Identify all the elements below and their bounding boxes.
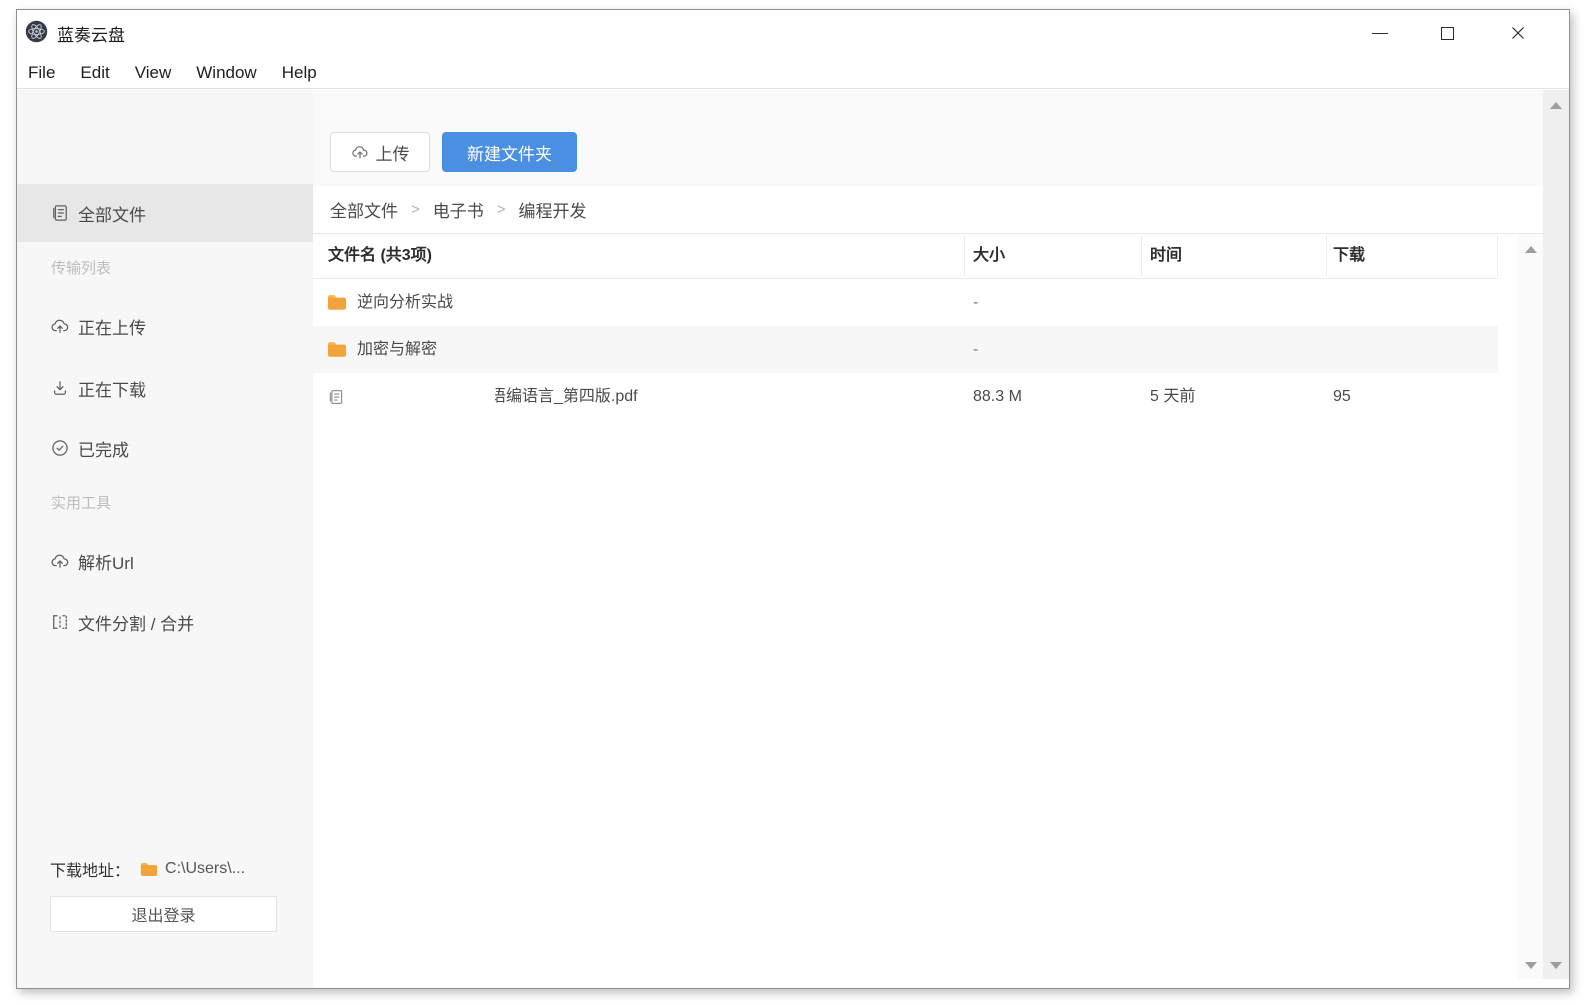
logout-button[interactable]: 退出登录 — [50, 896, 277, 932]
column-header-size: 大小 — [965, 236, 1142, 276]
sidebar-item-parse-url[interactable]: 解析Url — [17, 541, 313, 581]
menu-bar: File Edit View Window Help — [17, 58, 1569, 89]
table-row-folder-2[interactable]: 加密与解密 - — [313, 326, 1498, 373]
window-title: 蓝奏云盘 — [57, 21, 125, 46]
file-name[interactable]: 逆向分析实战 — [357, 279, 453, 326]
file-name[interactable]: 加密与解密 — [357, 326, 437, 373]
sidebar-item-label: 文件分割 / 合并 — [78, 610, 194, 635]
file-time: 5 天前 — [1142, 373, 1327, 420]
check-circle-icon — [50, 438, 70, 458]
file-size: - — [965, 279, 1142, 326]
download-icon — [50, 378, 70, 398]
column-header-downloads: 下载 — [1327, 236, 1498, 276]
file-downloads — [1327, 279, 1498, 326]
breadcrumb-ebooks[interactable]: 电子书 — [433, 197, 484, 222]
file-document-icon — [327, 387, 345, 407]
app-window: 蓝奏云盘 File Edit View Window Help 全部文件 传输列… — [16, 9, 1570, 989]
sidebar-item-label: 解析Url — [78, 549, 134, 574]
censored-text-fragment: 语 — [495, 373, 506, 420]
upload-button-label: 上传 — [376, 140, 410, 165]
cloud-upload-icon — [351, 143, 369, 161]
table-row-folder-1[interactable]: 逆向分析实战 - — [313, 279, 1498, 326]
sidebar-item-split-merge[interactable]: 文件分割 / 合并 — [17, 602, 313, 642]
file-size: 88.3 M — [965, 373, 1142, 420]
column-header-name: 文件名 (共3项) — [313, 236, 965, 276]
file-table: 文件名 (共3项) 大小 时间 下载 逆向分析实战 - — [313, 234, 1498, 420]
file-time — [1142, 326, 1327, 373]
main-panel: 上传 新建文件夹 全部文件 > 电子书 > 编程开发 文件名 (共3项) 大小 … — [313, 90, 1569, 988]
scroll-up-icon[interactable] — [1550, 102, 1562, 109]
censored-region — [355, 387, 495, 407]
sidebar-item-label: 已完成 — [78, 436, 129, 461]
file-size: - — [965, 326, 1142, 373]
download-path-row[interactable]: 下载地址： C:\Users\... — [50, 857, 300, 881]
toolbar: 上传 新建文件夹 — [313, 90, 1543, 186]
maximize-icon — [1441, 27, 1454, 40]
table-scrollbar[interactable] — [1518, 234, 1543, 979]
menu-view[interactable]: View — [132, 61, 175, 85]
maximize-button[interactable] — [1430, 18, 1464, 48]
menu-file[interactable]: File — [25, 61, 58, 85]
breadcrumb-current: 编程开发 — [519, 197, 587, 222]
breadcrumb-separator: > — [497, 201, 506, 218]
table-row-file-pdf[interactable]: 语 编语言_第四版.pdf 88.3 M 5 天前 95 — [313, 373, 1498, 420]
sidebar: 全部文件 传输列表 正在上传 正在下载 已完成 — [17, 90, 313, 988]
folder-icon — [327, 341, 347, 358]
scroll-down-icon[interactable] — [1550, 962, 1562, 969]
new-folder-button[interactable]: 新建文件夹 — [442, 132, 577, 172]
file-downloads — [1327, 326, 1498, 373]
scroll-up-icon[interactable] — [1525, 246, 1537, 253]
folder-icon — [140, 862, 158, 877]
cloud-upload-icon — [50, 551, 70, 571]
file-downloads: 95 — [1327, 373, 1498, 420]
breadcrumb-all-files[interactable]: 全部文件 — [330, 197, 398, 222]
sidebar-item-label: 正在下载 — [78, 376, 146, 401]
sidebar-item-uploading[interactable]: 正在上传 — [17, 306, 313, 346]
close-icon — [1510, 25, 1526, 41]
folder-icon — [327, 294, 347, 311]
file-name[interactable]: 编语言_第四版.pdf — [506, 373, 638, 420]
title-bar: 蓝奏云盘 — [17, 10, 1569, 58]
column-header-time: 时间 — [1142, 236, 1327, 276]
document-icon — [50, 203, 70, 223]
sidebar-item-all-files[interactable]: 全部文件 — [17, 193, 313, 233]
split-merge-icon — [50, 612, 70, 632]
sidebar-item-label: 正在上传 — [78, 314, 146, 339]
download-path-value: C:\Users\... — [165, 860, 245, 878]
cloud-upload-icon — [50, 316, 70, 336]
content-area: 全部文件 传输列表 正在上传 正在下载 已完成 — [17, 90, 1569, 988]
sidebar-section-utilities: 实用工具 — [51, 492, 291, 513]
table-header-row: 文件名 (共3项) 大小 时间 下载 — [313, 234, 1498, 279]
breadcrumb: 全部文件 > 电子书 > 编程开发 — [313, 186, 1543, 234]
menu-window[interactable]: Window — [193, 61, 259, 85]
menu-help[interactable]: Help — [279, 61, 320, 85]
close-button[interactable] — [1501, 18, 1535, 48]
minimize-icon — [1372, 33, 1388, 34]
sidebar-item-downloading[interactable]: 正在下载 — [17, 368, 313, 408]
scroll-down-icon[interactable] — [1525, 962, 1537, 969]
window-scrollbar[interactable] — [1543, 90, 1569, 979]
download-path-label: 下载地址： — [50, 857, 130, 881]
minimize-button[interactable] — [1363, 18, 1397, 48]
menu-edit[interactable]: Edit — [77, 61, 112, 85]
sidebar-section-transfer-list: 传输列表 — [51, 257, 291, 278]
upload-button[interactable]: 上传 — [330, 132, 430, 172]
sidebar-item-completed[interactable]: 已完成 — [17, 428, 313, 468]
breadcrumb-separator: > — [411, 201, 420, 218]
app-logo-icon — [25, 20, 48, 43]
file-time — [1142, 279, 1327, 326]
sidebar-item-label: 全部文件 — [78, 201, 146, 226]
